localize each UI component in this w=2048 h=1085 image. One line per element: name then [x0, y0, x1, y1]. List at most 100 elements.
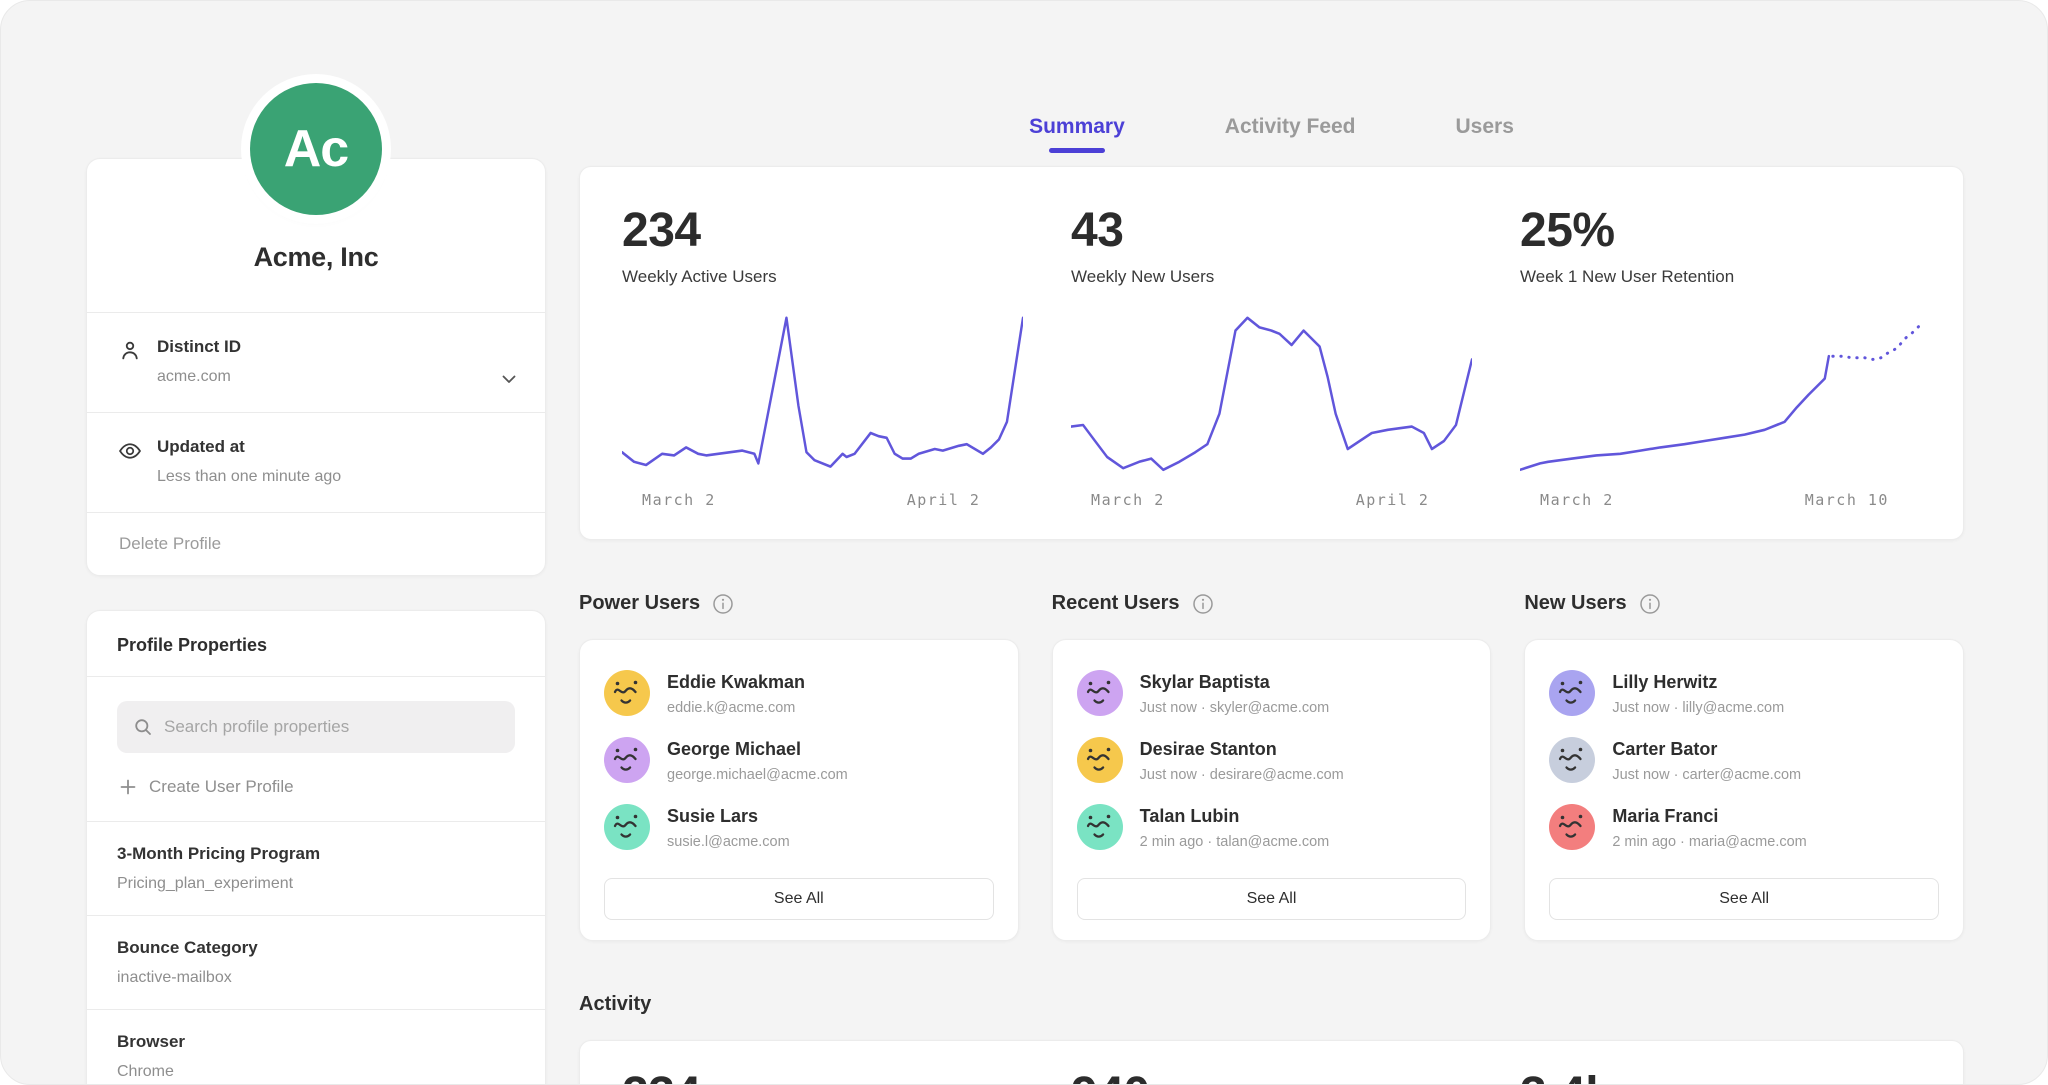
property-row: Browser Chrome: [87, 1009, 545, 1085]
user-name: Skylar Baptista: [1140, 670, 1330, 693]
list-item[interactable]: George Michael george.michael@acme.com: [604, 737, 994, 783]
user-meta: 2 min ago · talan@acme.com: [1140, 834, 1330, 850]
info-icon[interactable]: [1639, 593, 1661, 615]
doodle-face-icon: [1549, 804, 1595, 850]
profile-properties-card: Profile Properties Create User Profile 3: [86, 610, 546, 1085]
list-item[interactable]: Carter Bator Just now · carter@acme.com: [1549, 737, 1939, 783]
doodle-face-icon: [1077, 804, 1123, 850]
stat-label: Week 1 New User Retention: [1520, 267, 1921, 287]
user-meta: 2 min ago · maria@acme.com: [1612, 834, 1806, 850]
list-item[interactable]: Susie Lars susie.l@acme.com: [604, 804, 994, 850]
user-avatar: [604, 804, 650, 850]
stat-value: 43: [1071, 203, 1472, 258]
delete-profile-button[interactable]: Delete Profile: [87, 512, 545, 575]
updated-at-label: Updated at: [157, 437, 485, 457]
property-name: Browser: [117, 1032, 515, 1052]
list-item[interactable]: Lilly Herwitz Just now · lilly@acme.com: [1549, 670, 1939, 716]
plus-icon: [119, 778, 137, 796]
summary-stats-card: 234 Weekly Active Users March 2 April 2 …: [579, 166, 1964, 540]
tab-summary[interactable]: Summary: [1029, 115, 1125, 153]
tab-activity-feed[interactable]: Activity Feed: [1225, 115, 1356, 153]
user-avatar: [1549, 737, 1595, 783]
user-name: Talan Lubin: [1140, 804, 1330, 827]
list-item[interactable]: Skylar Baptista Just now · skyler@acme.c…: [1077, 670, 1467, 716]
chevron-down-icon[interactable]: [499, 369, 519, 389]
list-title: New Users: [1524, 592, 1626, 615]
property-name: 3-Month Pricing Program: [117, 844, 515, 864]
user-meta: susie.l@acme.com: [667, 834, 790, 850]
stat-label: Weekly New Users: [1071, 267, 1472, 287]
user-meta: george.michael@acme.com: [667, 767, 848, 783]
doodle-face-icon: [1549, 670, 1595, 716]
distinct-id-value: acme.com: [157, 368, 485, 386]
stat-label: Weekly Active Users: [622, 267, 1023, 287]
activity-stat-value: 940: [1071, 1067, 1472, 1085]
sidebar: Ac Acme, Inc Distinct ID acme.com: [86, 1, 546, 1085]
week1-retention-chart: [1520, 313, 1921, 473]
user-avatar: [1077, 670, 1123, 716]
x-tick: March 2: [1540, 491, 1614, 509]
company-name: Acme, Inc: [254, 242, 379, 273]
company-avatar-initials: Ac: [284, 119, 348, 179]
doodle-face-icon: [604, 737, 650, 783]
stat-value: 234: [622, 203, 1023, 258]
property-name: Bounce Category: [117, 938, 515, 958]
user-avatar: [604, 737, 650, 783]
user-meta: Just now · carter@acme.com: [1612, 767, 1801, 783]
tab-bar: Summary Activity Feed Users: [579, 1, 1964, 153]
x-tick: April 2: [1356, 491, 1430, 509]
new-users-card: Lilly Herwitz Just now · lilly@acme.com …: [1524, 639, 1964, 941]
user-name: Susie Lars: [667, 804, 790, 827]
list-item[interactable]: Desirae Stanton Just now · desirare@acme…: [1077, 737, 1467, 783]
doodle-face-icon: [1077, 670, 1123, 716]
doodle-face-icon: [1077, 737, 1123, 783]
activity-card: 234 940 3.4k: [579, 1040, 1964, 1085]
property-row: Bounce Category inactive-mailbox: [87, 915, 545, 1009]
see-all-button[interactable]: See All: [1549, 878, 1939, 920]
tab-users[interactable]: Users: [1456, 115, 1514, 153]
list-item[interactable]: Eddie Kwakman eddie.k@acme.com: [604, 670, 994, 716]
recent-users-section: Recent Users Skylar Baptista: [1052, 592, 1492, 941]
user-name: George Michael: [667, 737, 848, 760]
profile-properties-title: Profile Properties: [87, 611, 545, 677]
see-all-button[interactable]: See All: [1077, 878, 1467, 920]
stat-weekly-active-users: 234 Weekly Active Users March 2 April 2: [622, 203, 1023, 513]
user-meta: Just now · desirare@acme.com: [1140, 767, 1344, 783]
property-row: 3-Month Pricing Program Pricing_plan_exp…: [87, 821, 545, 915]
user-avatar: [1549, 670, 1595, 716]
info-icon[interactable]: [712, 593, 734, 615]
eye-icon: [117, 438, 143, 464]
person-icon: [117, 338, 143, 364]
user-meta: eddie.k@acme.com: [667, 700, 805, 716]
user-meta: Just now · lilly@acme.com: [1612, 700, 1784, 716]
distinct-id-label: Distinct ID: [157, 337, 485, 357]
list-item[interactable]: Talan Lubin 2 min ago · talan@acme.com: [1077, 804, 1467, 850]
user-name: Lilly Herwitz: [1612, 670, 1784, 693]
profile-card: Acme, Inc Distinct ID acme.com Update: [86, 158, 546, 576]
list-title: Power Users: [579, 592, 700, 615]
app-canvas: Ac Acme, Inc Distinct ID acme.com: [0, 0, 2048, 1085]
stat-value: 25%: [1520, 203, 1921, 258]
weekly-new-users-chart: [1071, 313, 1472, 473]
user-name: Carter Bator: [1612, 737, 1801, 760]
search-input[interactable]: [164, 717, 499, 737]
see-all-button[interactable]: See All: [604, 878, 994, 920]
updated-at-row: Updated at Less than one minute ago: [87, 412, 545, 512]
power-users-section: Power Users Eddie Kwakman: [579, 592, 1019, 941]
property-value: inactive-mailbox: [117, 969, 515, 987]
user-name: Maria Franci: [1612, 804, 1806, 827]
user-name: Desirae Stanton: [1140, 737, 1344, 760]
info-icon[interactable]: [1192, 593, 1214, 615]
new-users-section: New Users Lilly Herwitz Ju: [1524, 592, 1964, 941]
x-tick: March 2: [642, 491, 716, 509]
x-tick: April 2: [907, 491, 981, 509]
list-title: Recent Users: [1052, 592, 1180, 615]
create-user-profile-button[interactable]: Create User Profile: [87, 767, 326, 821]
list-item[interactable]: Maria Franci 2 min ago · maria@acme.com: [1549, 804, 1939, 850]
activity-stat-value: 234: [622, 1067, 1023, 1085]
x-tick: March 2: [1091, 491, 1165, 509]
recent-users-card: Skylar Baptista Just now · skyler@acme.c…: [1052, 639, 1492, 941]
power-users-card: Eddie Kwakman eddie.k@acme.com George Mi…: [579, 639, 1019, 941]
search-box: [117, 701, 515, 753]
company-avatar: Ac: [250, 83, 382, 215]
